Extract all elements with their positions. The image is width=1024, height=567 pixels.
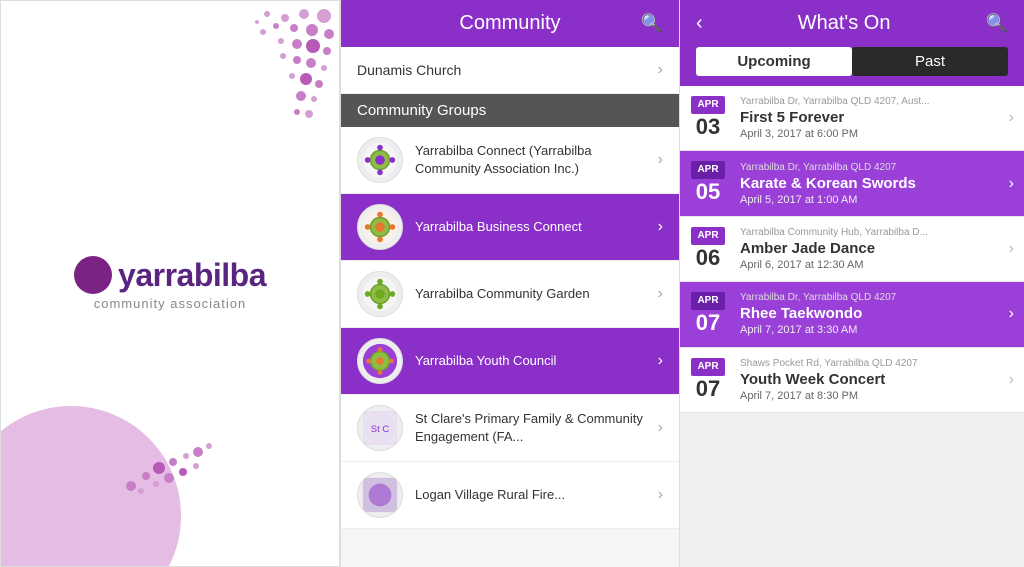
event-month-3: APR xyxy=(691,292,724,310)
group-name-4: St Clare's Primary Family & Community En… xyxy=(415,410,646,446)
app-logo: yarrabilba community association xyxy=(74,256,266,311)
event-info-2: Yarrabilba Community Hub, Yarrabilba D..… xyxy=(736,217,1009,281)
event-info-0: Yarrabilba Dr, Yarrabilba QLD 4207, Aust… xyxy=(736,86,1009,150)
decorative-dots-bottom xyxy=(121,426,221,506)
community-group-item-1[interactable]: Yarrabilba Business Connect › xyxy=(341,194,679,261)
event-date-3: APR07 xyxy=(680,282,736,346)
event-date-4: APR07 xyxy=(680,348,736,412)
event-item-0[interactable]: APR03 Yarrabilba Dr, Yarrabilba QLD 4207,… xyxy=(680,86,1024,151)
community-groups-header: Community Groups xyxy=(341,94,679,127)
event-name-2: Amber Jade Dance xyxy=(740,240,1001,257)
logo-icon-row: yarrabilba xyxy=(74,256,266,294)
event-info-1: Yarrabilba Dr, Yarrabilba QLD 4207 Karate… xyxy=(736,151,1009,215)
group-chevron-0: › xyxy=(658,151,663,169)
event-day-0: 03 xyxy=(696,114,720,140)
community-panel: Community 🔍 Dunamis Church › Community G… xyxy=(340,0,680,567)
community-groups-list: Yarrabilba Connect (Yarrabilba Community… xyxy=(341,127,679,529)
group-chevron-3: › xyxy=(658,352,663,370)
event-location-3: Yarrabilba Dr, Yarrabilba QLD 4207 xyxy=(740,292,1001,303)
event-time-2: April 6, 2017 at 12:30 AM xyxy=(740,259,1001,271)
event-day-1: 05 xyxy=(696,179,720,205)
event-item-3[interactable]: APR07 Yarrabilba Dr, Yarrabilba QLD 4207 R… xyxy=(680,282,1024,347)
group-icon-community-garden xyxy=(357,271,403,317)
decorative-dots-tr xyxy=(179,6,334,161)
community-group-item-2[interactable]: Yarrabilba Community Garden › xyxy=(341,261,679,328)
community-group-item-4[interactable]: St C St Clare's Primary Family & Communit… xyxy=(341,395,679,462)
event-month-0: APR xyxy=(691,96,724,114)
whatson-title: What's On xyxy=(798,12,891,35)
event-location-1: Yarrabilba Dr, Yarrabilba QLD 4207 xyxy=(740,162,1001,173)
group-chevron-4: › xyxy=(658,419,663,437)
group-icon-logan-rural xyxy=(357,472,403,518)
event-date-1: APR05 xyxy=(680,151,736,215)
event-day-2: 06 xyxy=(696,245,720,271)
event-chevron-3: › xyxy=(1009,282,1024,346)
community-search-icon[interactable]: 🔍 xyxy=(641,13,663,34)
splash-panel: yarrabilba community association xyxy=(0,0,340,567)
event-info-4: Shaws Pocket Rd, Yarrabilba QLD 4207 Yout… xyxy=(736,348,1009,412)
event-date-2: APR06 xyxy=(680,217,736,281)
whatson-search-icon[interactable]: 🔍 xyxy=(986,13,1008,34)
tab-upcoming[interactable]: Upcoming xyxy=(696,47,852,76)
back-icon[interactable]: ‹ xyxy=(696,12,703,35)
event-month-4: APR xyxy=(691,358,724,376)
event-chevron-1: › xyxy=(1009,151,1024,215)
svg-text:St C: St C xyxy=(371,424,390,435)
group-icon-youth-council xyxy=(357,338,403,384)
dunamis-chevron-icon: › xyxy=(658,61,663,79)
group-chevron-2: › xyxy=(658,285,663,303)
event-chevron-4: › xyxy=(1009,348,1024,412)
event-time-4: April 7, 2017 at 8:30 PM xyxy=(740,390,1001,402)
event-chevron-2: › xyxy=(1009,217,1024,281)
logo-subtitle: community association xyxy=(94,296,247,311)
community-group-item-0[interactable]: Yarrabilba Connect (Yarrabilba Community… xyxy=(341,127,679,194)
event-day-4: 07 xyxy=(696,376,720,402)
group-icon-yarrabilba-connect xyxy=(357,137,403,183)
group-chevron-5: › xyxy=(658,486,663,504)
event-item-1[interactable]: APR05 Yarrabilba Dr, Yarrabilba QLD 4207 K… xyxy=(680,151,1024,216)
dunamis-church-label: Dunamis Church xyxy=(357,62,461,78)
logo-name: yarrabilba xyxy=(118,257,266,294)
event-item-4[interactable]: APR07Shaws Pocket Rd, Yarrabilba QLD 420… xyxy=(680,348,1024,413)
whatson-panel: ‹ What's On 🔍 Upcoming Past APR03Yarrabi… xyxy=(680,0,1024,567)
community-group-item-5[interactable]: Logan Village Rural Fire... › xyxy=(341,462,679,529)
group-chevron-1: › xyxy=(658,218,663,236)
event-info-3: Yarrabilba Dr, Yarrabilba QLD 4207 Rhee T… xyxy=(736,282,1009,346)
event-month-2: APR xyxy=(691,227,724,245)
event-name-4: Youth Week Concert xyxy=(740,371,1001,388)
group-name-5: Logan Village Rural Fire... xyxy=(415,486,646,504)
community-title: Community xyxy=(459,12,560,35)
event-name-1: Karate & Korean Swords xyxy=(740,175,1001,192)
community-group-item-3[interactable]: Yarrabilba Youth Council › xyxy=(341,328,679,395)
events-list: APR03Yarrabilba Dr, Yarrabilba QLD 4207,… xyxy=(680,86,1024,567)
event-item-2[interactable]: APR06 Yarrabilba Community Hub, Yarrabilb… xyxy=(680,217,1024,282)
group-name-0: Yarrabilba Connect (Yarrabilba Community… xyxy=(415,142,646,178)
logo-circle xyxy=(74,256,112,294)
event-name-3: Rhee Taekwondo xyxy=(740,305,1001,322)
event-location-2: Yarrabilba Community Hub, Yarrabilba D..… xyxy=(740,227,1001,238)
group-icon-business-connect xyxy=(357,204,403,250)
group-icon-stclares: St C xyxy=(357,405,403,451)
group-name-1: Yarrabilba Business Connect xyxy=(415,218,646,236)
event-time-0: April 3, 2017 at 6:00 PM xyxy=(740,128,1001,140)
event-time-1: April 5, 2017 at 1:00 AM xyxy=(740,194,1001,206)
whatson-header: ‹ What's On 🔍 xyxy=(680,0,1024,47)
community-header: Community 🔍 xyxy=(341,0,679,47)
community-list: Dunamis Church › Community Groups Yarrab… xyxy=(341,47,679,567)
tab-past[interactable]: Past xyxy=(852,47,1008,76)
event-date-0: APR03 xyxy=(680,86,736,150)
event-month-1: APR xyxy=(691,161,724,179)
whatson-tabs: Upcoming Past xyxy=(680,47,1024,86)
dunamis-church-item[interactable]: Dunamis Church › xyxy=(341,47,679,94)
event-location-0: Yarrabilba Dr, Yarrabilba QLD 4207, Aust… xyxy=(740,96,1001,107)
group-name-3: Yarrabilba Youth Council xyxy=(415,352,646,370)
event-chevron-0: › xyxy=(1009,86,1024,150)
event-location-4: Shaws Pocket Rd, Yarrabilba QLD 4207 xyxy=(740,358,1001,369)
event-day-3: 07 xyxy=(696,310,720,336)
event-name-0: First 5 Forever xyxy=(740,109,1001,126)
event-time-3: April 7, 2017 at 3:30 AM xyxy=(740,324,1001,336)
group-name-2: Yarrabilba Community Garden xyxy=(415,285,646,303)
